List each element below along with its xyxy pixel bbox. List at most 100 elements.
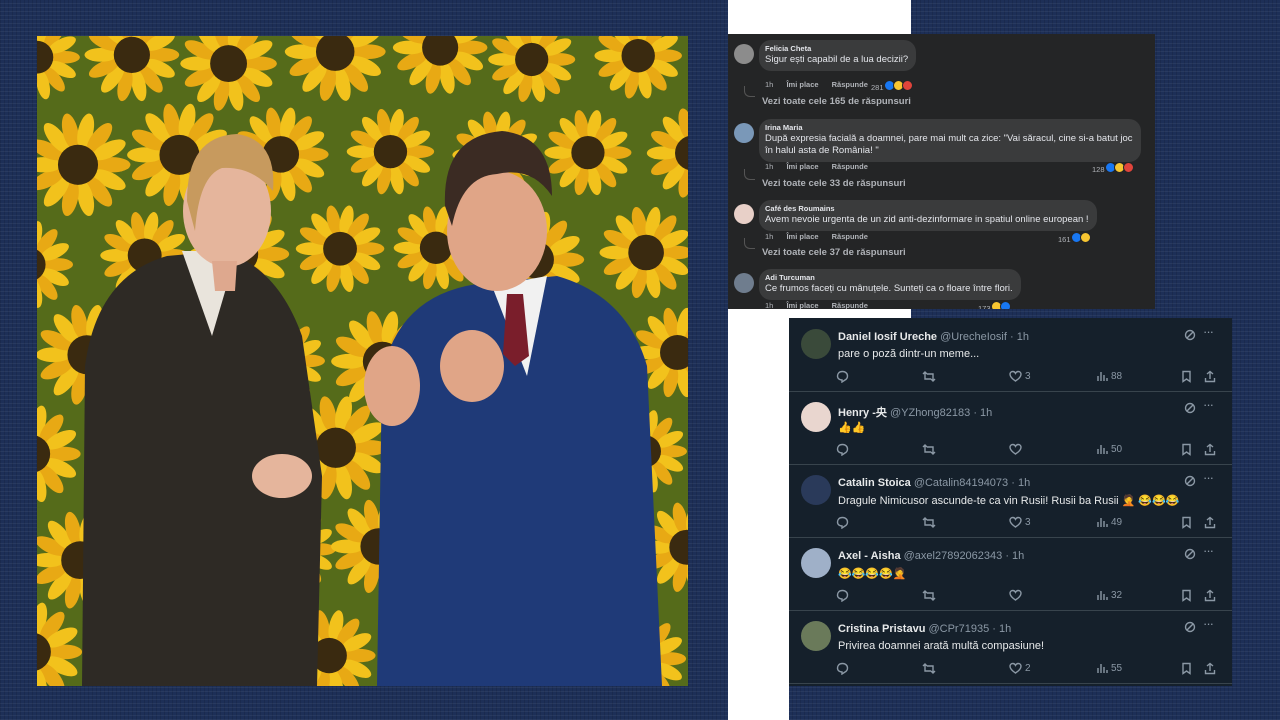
retweet-icon[interactable] [922, 370, 936, 386]
more-icon[interactable]: ··· [1203, 397, 1214, 412]
commenter-name[interactable]: Felicia Cheta [765, 44, 908, 53]
retweet-icon[interactable] [922, 443, 936, 459]
avatar[interactable] [801, 621, 831, 651]
tweet-reply[interactable]: Daniel Iosif Ureche @UrecheIosif · 1h ··… [789, 318, 1232, 392]
tweet-time[interactable]: · 1h [1011, 477, 1030, 489]
grok-icon[interactable] [1184, 621, 1196, 636]
reply-link[interactable]: Răspunde [832, 301, 868, 309]
user-handle[interactable]: @YZhong82183 [890, 407, 970, 419]
view-count: 49 [1111, 517, 1123, 528]
reactions[interactable]: 161 [1058, 232, 1091, 244]
views-icon[interactable] [1096, 370, 1108, 386]
tweet-time[interactable]: · 1h [973, 407, 992, 419]
user-handle[interactable]: @Catalin84194073 [914, 477, 1008, 489]
facebook-comments-panel: Felicia Cheta Sigur ești capabil de a lu… [728, 34, 1155, 309]
comment-bubble: Café des Roumains Avem nevoie urgenta de… [759, 200, 1097, 231]
view-replies-link[interactable]: Vezi toate cele 37 de răspunsuri [762, 247, 906, 258]
reply-icon[interactable] [836, 516, 849, 532]
commenter-name[interactable]: Irina Maria [765, 123, 1133, 132]
heart-icon[interactable] [1009, 516, 1022, 532]
reply-icon[interactable] [836, 589, 849, 605]
tweet-time[interactable]: · 1h [992, 623, 1011, 635]
reply-icon[interactable] [836, 370, 849, 386]
tweet-time[interactable]: · 1h [1005, 550, 1024, 562]
share-icon[interactable] [1204, 370, 1216, 386]
avatar[interactable] [801, 329, 831, 359]
heart-icon[interactable] [1009, 370, 1022, 386]
heart-icon[interactable] [1009, 589, 1022, 605]
views-icon[interactable] [1096, 516, 1108, 532]
comment-actions: 1h Îmi place Răspunde [765, 162, 879, 171]
comment-time[interactable]: 1h [765, 80, 773, 89]
reactions[interactable]: 128 [1092, 162, 1134, 174]
heart-icon[interactable] [1009, 662, 1022, 678]
tweet-reply[interactable]: Henry -央 @YZhong82183 · 1h ··· 👍👍 50 [789, 391, 1232, 465]
avatar[interactable] [734, 204, 754, 224]
comment-time[interactable]: 1h [765, 162, 773, 171]
avatar[interactable] [801, 475, 831, 505]
retweet-icon[interactable] [922, 589, 936, 605]
white-strip-bottom [728, 309, 789, 720]
angry-reaction-icon [901, 80, 913, 91]
share-icon[interactable] [1204, 662, 1216, 678]
comment-time[interactable]: 1h [765, 301, 773, 309]
avatar[interactable] [734, 44, 754, 64]
reaction-count: 281 [871, 83, 884, 92]
more-icon[interactable]: ··· [1203, 616, 1214, 631]
user-handle[interactable]: @UrecheIosif [940, 331, 1007, 343]
reaction-count: 161 [1058, 235, 1071, 244]
tweet-reply[interactable]: Axel - Aisha @axel27892062343 · 1h ··· 😂… [789, 537, 1232, 611]
bookmark-icon[interactable] [1181, 662, 1192, 678]
reply-link[interactable]: Răspunde [832, 80, 868, 89]
more-icon[interactable]: ··· [1203, 324, 1214, 339]
view-replies-link[interactable]: Vezi toate cele 33 de răspunsuri [762, 178, 906, 189]
bookmark-icon[interactable] [1181, 516, 1192, 532]
reply-link[interactable]: Răspunde [832, 162, 868, 171]
bookmark-icon[interactable] [1181, 589, 1192, 605]
tweet-time[interactable]: · 1h [1010, 331, 1029, 343]
like-link[interactable]: Îmi place [786, 162, 818, 171]
like-link[interactable]: Îmi place [786, 301, 818, 309]
reply-icon[interactable] [836, 662, 849, 678]
avatar[interactable] [734, 273, 754, 293]
reactions[interactable]: 173 [978, 301, 1011, 309]
view-replies-link[interactable]: Vezi toate cele 165 de răspunsuri [762, 96, 911, 107]
display-name[interactable]: Henry -央 [838, 407, 887, 419]
like-link[interactable]: Îmi place [786, 232, 818, 241]
user-handle[interactable]: @CPr71935 [928, 623, 989, 635]
grok-icon[interactable] [1184, 548, 1196, 563]
more-icon[interactable]: ··· [1203, 470, 1214, 485]
avatar[interactable] [801, 402, 831, 432]
like-link[interactable]: Îmi place [786, 80, 818, 89]
share-icon[interactable] [1204, 516, 1216, 532]
bookmark-icon[interactable] [1181, 443, 1192, 459]
grok-icon[interactable] [1184, 329, 1196, 344]
comment-time[interactable]: 1h [765, 232, 773, 241]
grok-icon[interactable] [1184, 402, 1196, 417]
more-icon[interactable]: ··· [1203, 543, 1214, 558]
share-icon[interactable] [1204, 443, 1216, 459]
heart-icon[interactable] [1009, 443, 1022, 459]
share-icon[interactable] [1204, 589, 1216, 605]
views-icon[interactable] [1096, 662, 1108, 678]
user-handle[interactable]: @axel27892062343 [904, 550, 1003, 562]
bookmark-icon[interactable] [1181, 370, 1192, 386]
avatar[interactable] [801, 548, 831, 578]
tweet-reply[interactable]: Cristina Pristavu @CPr71935 · 1h ··· Pri… [789, 610, 1232, 684]
tweet-reply[interactable]: Catalin Stoica @Catalin84194073 · 1h ···… [789, 464, 1232, 538]
reply-icon[interactable] [836, 443, 849, 459]
retweet-icon[interactable] [922, 662, 936, 678]
reply-link[interactable]: Răspunde [832, 232, 868, 241]
commenter-name[interactable]: Adi Turcuman [765, 273, 1013, 282]
display-name[interactable]: Axel - Aisha [838, 550, 901, 562]
views-icon[interactable] [1096, 589, 1108, 605]
grok-icon[interactable] [1184, 475, 1196, 490]
display-name[interactable]: Cristina Pristavu [838, 623, 925, 635]
retweet-icon[interactable] [922, 516, 936, 532]
views-icon[interactable] [1096, 443, 1108, 459]
avatar[interactable] [734, 123, 754, 143]
commenter-name[interactable]: Café des Roumains [765, 204, 1089, 213]
reactions[interactable]: 281 [871, 80, 913, 92]
display-name[interactable]: Catalin Stoica [838, 477, 911, 489]
display-name[interactable]: Daniel Iosif Ureche [838, 331, 937, 343]
